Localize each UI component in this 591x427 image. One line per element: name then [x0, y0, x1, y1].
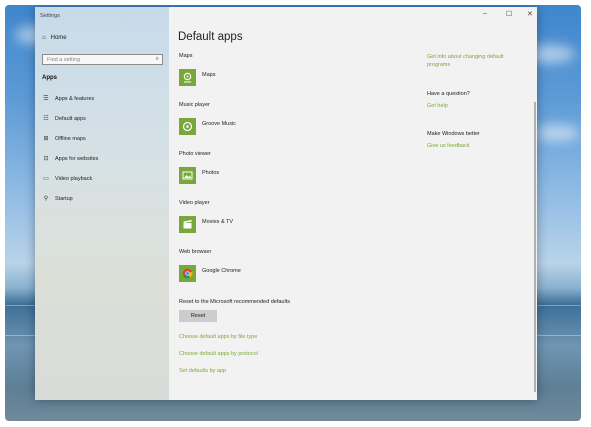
sidebar-item-default-apps[interactable]: ☷ Default apps [42, 115, 86, 123]
default-app-browser[interactable]: Google Chrome [179, 265, 241, 282]
page-title: Default apps [178, 31, 243, 43]
question-title: Have a question? [427, 91, 470, 97]
sidebar-item-apps-features[interactable]: ☰ Apps & features [42, 95, 95, 103]
scrollbar[interactable] [534, 102, 536, 392]
category-label: Video player [179, 200, 210, 206]
default-app-photos[interactable]: Photos [179, 167, 219, 184]
default-apps-icon: ☷ [43, 116, 49, 122]
photos-icon [179, 167, 196, 184]
close-icon[interactable]: ✕ [527, 10, 533, 18]
default-app-music[interactable]: Groove Music [179, 118, 236, 135]
home-link[interactable]: ⌂ Home [42, 35, 67, 41]
section-title: Apps [42, 75, 57, 81]
home-icon: ⌂ [42, 35, 46, 41]
cloud [535, 125, 580, 141]
sidebar-item-video-playback[interactable]: ▭ Video playback [42, 175, 93, 183]
app-name: Photos [202, 169, 220, 176]
search-input[interactable]: Find a setting ⌕ [42, 54, 163, 65]
feedback-title: Make Windows better [427, 131, 480, 137]
help-link[interactable]: Get help [427, 103, 448, 109]
chrome-icon [179, 265, 196, 282]
groove-icon [179, 118, 196, 135]
search-placeholder: Find a setting [47, 57, 81, 63]
category-label: Music player [179, 102, 210, 108]
sidebar-item-label: Video playback [55, 175, 93, 182]
home-label: Home [50, 35, 67, 41]
main-content: – ☐ ✕ Default apps Maps Maps Music playe… [169, 7, 537, 400]
map-icon: ⊞ [43, 136, 49, 142]
category-label: Photo viewer [179, 151, 211, 157]
list-icon: ☰ [43, 96, 49, 102]
video-icon: ▭ [43, 176, 49, 182]
default-app-video[interactable]: Movies & TV [179, 216, 233, 233]
app-name: Groove Music [202, 120, 236, 127]
sidebar-item-label: Apps for websites [55, 155, 99, 162]
maps-icon [179, 69, 196, 86]
minimize-icon[interactable]: – [483, 10, 487, 17]
link-protocol[interactable]: Choose default apps by protocol [179, 351, 258, 357]
sidebar-item-label: Apps & features [55, 95, 95, 102]
sidebar-item-label: Offline maps [55, 135, 86, 142]
sidebar: Settings ⌂ Home Find a setting ⌕ Apps ☰ … [35, 7, 169, 400]
startup-icon: ⚲ [43, 196, 49, 202]
link-set-defaults[interactable]: Set defaults by app [179, 368, 226, 374]
reset-label: Reset to the Microsoft recommended defau… [179, 299, 290, 305]
app-name: Google Chrome [202, 267, 241, 274]
movies-icon [179, 216, 196, 233]
desktop-background: Settings ⌂ Home Find a setting ⌕ Apps ☰ … [5, 5, 581, 421]
settings-window: Settings ⌂ Home Find a setting ⌕ Apps ☰ … [35, 7, 537, 400]
web-icon: ⊡ [43, 156, 49, 162]
default-app-maps[interactable]: Maps [179, 69, 215, 86]
sidebar-item-startup[interactable]: ⚲ Startup [42, 195, 73, 203]
sidebar-item-apps-websites[interactable]: ⊡ Apps for websites [42, 155, 99, 163]
reset-button[interactable]: Reset [179, 310, 217, 322]
info-link[interactable]: Get info about changing default programs [427, 53, 527, 69]
window-title: Settings [40, 13, 60, 19]
sidebar-item-label: Startup [55, 195, 73, 202]
feedback-link[interactable]: Give us feedback [427, 143, 470, 149]
app-name: Movies & TV [202, 218, 234, 225]
category-label: Maps [179, 53, 193, 59]
search-icon: ⌕ [155, 56, 159, 62]
maximize-icon[interactable]: ☐ [506, 10, 512, 18]
category-label: Web browser [179, 249, 212, 255]
sidebar-item-offline-maps[interactable]: ⊞ Offline maps [42, 135, 86, 143]
sidebar-item-label: Default apps [55, 115, 86, 122]
link-file-type[interactable]: Choose default apps by file type [179, 334, 257, 340]
app-name: Maps [202, 71, 216, 78]
